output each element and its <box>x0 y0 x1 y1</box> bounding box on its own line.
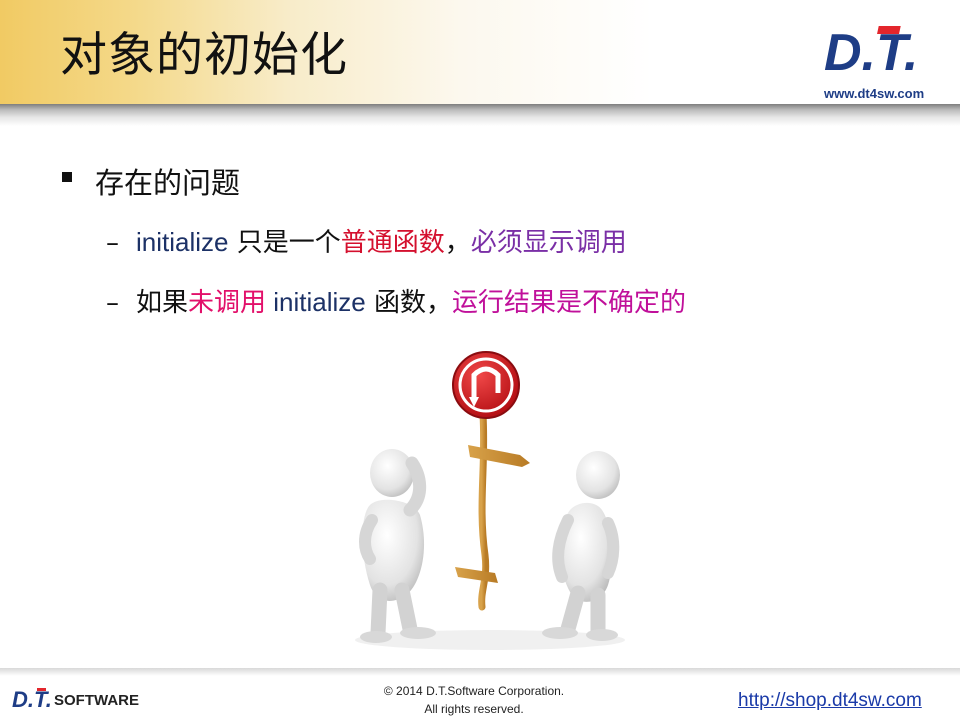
header-shadow <box>0 104 960 126</box>
sub-bullet-2: – 如果未调用 initialize 函数，运行结果是不确定的 <box>106 282 686 319</box>
logo-red-bar <box>877 26 901 34</box>
sub2-emphasis-not-called: 未调用 <box>188 288 267 318</box>
code-initialize: initialize <box>136 227 229 257</box>
sub1-emphasis-normal-function: 普通函数 <box>340 228 445 258</box>
code-initialize: initialize <box>266 287 366 317</box>
footer-shop-link[interactable]: http://shop.dt4sw.com <box>738 690 922 712</box>
right-figure <box>542 451 620 641</box>
signpost-arrow-top <box>468 445 530 467</box>
slide-title: 对象的初始化 <box>60 28 348 83</box>
left-figure <box>359 449 436 643</box>
footer-dt-logo: D.T. SOFTWARE <box>12 687 139 712</box>
sub2-emphasis-undefined-result: 运行结果是不确定的 <box>452 288 687 318</box>
sub1-comma: ， <box>444 228 471 258</box>
bullet-square-icon <box>62 172 72 182</box>
sub-bullet-1: – initialize 只是一个普通函数，必须显示调用 <box>106 222 627 259</box>
dash-icon: – <box>106 288 119 318</box>
dt-logo-text: D.T. <box>824 24 918 82</box>
sub2-text-function: 函数， <box>365 288 453 318</box>
copyright-line-1: © 2014 D.T.Software Corporation. <box>383 684 565 698</box>
dash-icon: – <box>106 228 119 258</box>
sub1-emphasis-explicit-call: 必须显示调用 <box>470 228 627 258</box>
footer-logo-red-bar <box>37 688 46 691</box>
logo-url: www.dt4sw.com <box>824 86 925 101</box>
copyright-line-2: All rights reserved. <box>424 702 524 716</box>
footer-divider <box>0 668 960 676</box>
u-turn-sign-icon <box>452 351 520 419</box>
signpost-arrow-bottom <box>455 567 498 583</box>
confused-figures-illustration <box>355 351 625 650</box>
dt-logo: D.T. <box>824 24 918 82</box>
footer-logo-software: SOFTWARE <box>54 692 139 709</box>
sub2-text-if: 如果 <box>136 288 189 318</box>
sub1-text: 只是一个 <box>228 228 341 258</box>
bullet-main: 存在的问题 <box>95 166 241 200</box>
copyright-notice: © 2014 D.T.Software Corporation. All rig… <box>360 682 588 718</box>
